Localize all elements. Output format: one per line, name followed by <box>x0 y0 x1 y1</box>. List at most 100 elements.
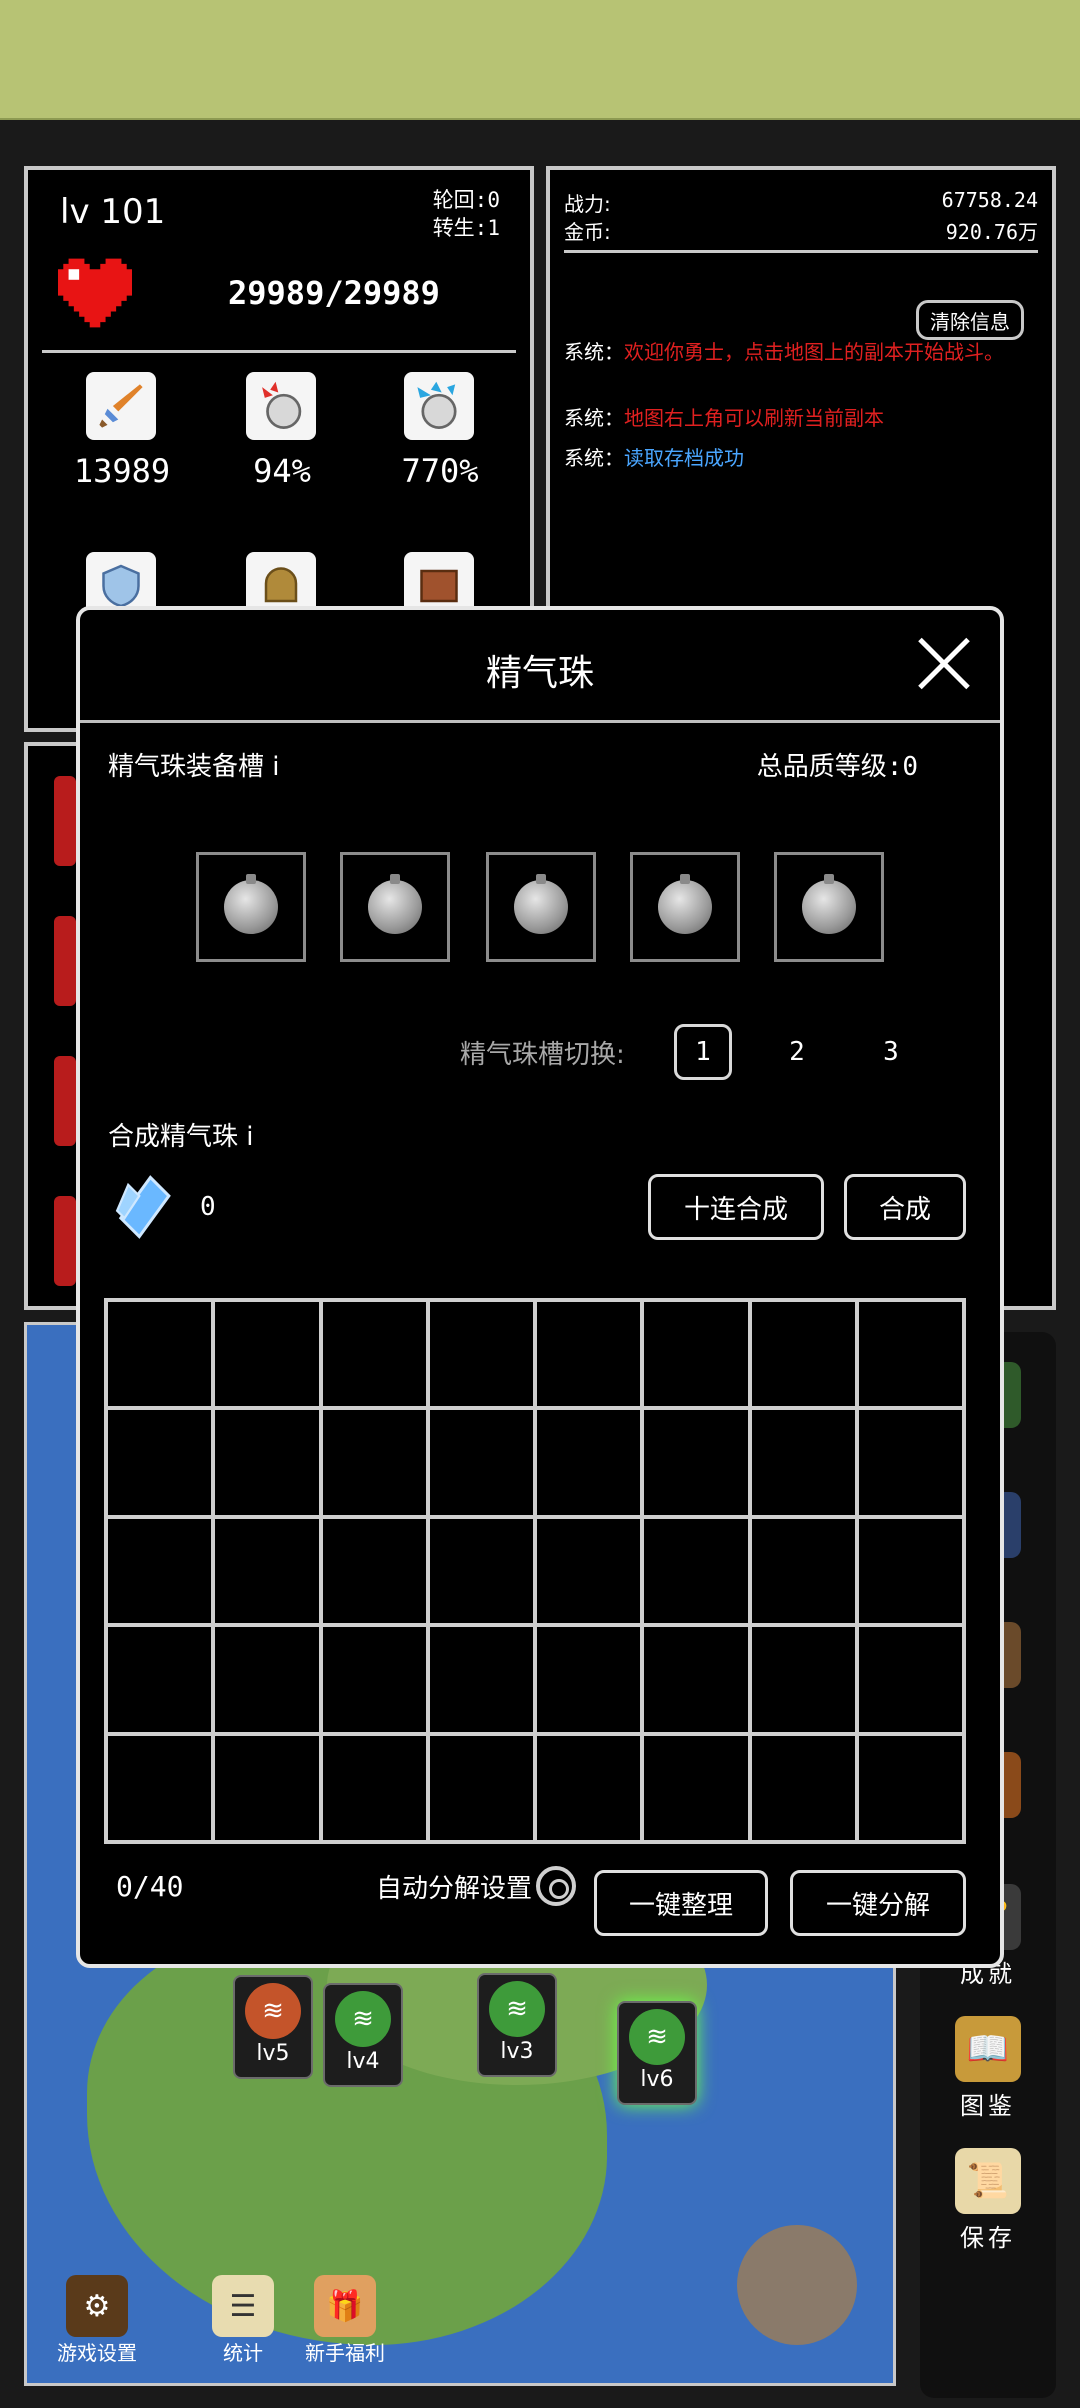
inventory-cell[interactable] <box>642 1516 750 1626</box>
inventory-cell[interactable] <box>427 1516 535 1626</box>
inventory-cell[interactable] <box>427 1625 535 1734</box>
inventory-cell[interactable] <box>320 1733 428 1842</box>
inventory-cell[interactable] <box>856 1300 964 1409</box>
scroll-icon: ≋ <box>489 1981 545 2037</box>
inventory-cell[interactable] <box>535 1300 643 1409</box>
inventory-cell[interactable] <box>320 1300 428 1409</box>
inventory-cell[interactable] <box>320 1408 428 1517</box>
ten-synthesize-button[interactable]: 十连合成 <box>648 1174 824 1240</box>
map-level-node[interactable]: ≋ lv5 <box>233 1975 313 2079</box>
side-label: 图鉴 <box>960 2092 1016 2120</box>
bottom-label: 统计 <box>223 2341 263 2365</box>
inventory-capacity: 0/40 <box>116 1870 184 1903</box>
synthesize-label[interactable]: 合成精气珠 i <box>108 1116 254 1153</box>
orb-slot[interactable] <box>486 852 596 962</box>
level-label: lv5 <box>256 2041 290 2066</box>
slot-switch-1[interactable]: 1 <box>674 1024 732 1080</box>
inventory-cell[interactable] <box>856 1733 964 1842</box>
inventory-cell[interactable] <box>856 1408 964 1517</box>
inventory-cell[interactable] <box>642 1625 750 1734</box>
inventory-cell[interactable] <box>427 1408 535 1517</box>
heart-icon <box>58 258 132 328</box>
inventory-cell[interactable] <box>749 1408 857 1517</box>
slot-switch-3[interactable]: 3 <box>862 1024 920 1080</box>
spirit-orb-modal: 精气珠 精气珠装备槽 i 总品质等级:0 精气珠槽切换: 1 2 3 合成精气珠… <box>76 606 1004 1968</box>
inventory-cell[interactable] <box>856 1625 964 1734</box>
inventory-cell[interactable] <box>427 1733 535 1842</box>
orb-slot[interactable] <box>340 852 450 962</box>
orb-inventory-grid <box>104 1298 966 1844</box>
crit-fist-icon <box>246 372 316 440</box>
inventory-cell[interactable] <box>749 1516 857 1626</box>
inventory-cell[interactable] <box>213 1300 321 1409</box>
crit-damage-value: 770% <box>401 452 479 490</box>
bottom-label: 游戏设置 <box>57 2341 137 2365</box>
auto-decompose-label[interactable]: 自动分解设置 <box>376 1868 532 1905</box>
system-label: 系统： <box>564 406 624 430</box>
slot-switch-2[interactable]: 2 <box>768 1024 826 1080</box>
inventory-cell[interactable] <box>213 1625 321 1734</box>
rebirth-value: 1 <box>487 216 500 240</box>
inventory-cell[interactable] <box>749 1300 857 1409</box>
inventory-cell[interactable] <box>320 1625 428 1734</box>
auto-arrange-button[interactable]: 一键整理 <box>594 1870 768 1936</box>
ad-banner <box>0 0 1080 120</box>
skill-tab[interactable] <box>54 1056 76 1146</box>
book-icon: 📖 <box>955 2016 1021 2082</box>
inventory-cell[interactable] <box>749 1625 857 1734</box>
inventory-cell[interactable] <box>213 1733 321 1842</box>
map-level-node[interactable]: ≋ lv3 <box>477 1973 557 2077</box>
game-settings-button[interactable]: ⚙ 游戏设置 <box>37 2275 157 2366</box>
inventory-cell[interactable] <box>642 1733 750 1842</box>
inventory-cell[interactable] <box>856 1516 964 1626</box>
scroll-icon: ≋ <box>629 2009 685 2065</box>
inventory-cell[interactable] <box>535 1625 643 1734</box>
gold-label: 金币: <box>564 220 611 244</box>
equip-slot-label[interactable]: 精气珠装备槽 i <box>108 746 280 783</box>
reincarnation-label: 轮回: <box>432 188 488 212</box>
inventory-cell[interactable] <box>106 1733 214 1842</box>
side-button-save[interactable]: 📜 保存 <box>920 2148 1056 2253</box>
map-level-node[interactable]: ≋ lv6 <box>617 2001 697 2105</box>
player-level: lv 101 <box>60 192 166 232</box>
gear-icon[interactable] <box>536 1866 576 1906</box>
attack-value: 13989 <box>73 452 171 490</box>
inventory-cell[interactable] <box>535 1408 643 1517</box>
inventory-cell[interactable] <box>535 1733 643 1842</box>
crit-damage-icon <box>404 372 474 440</box>
newbie-gift-button[interactable]: 🎁 新手福利 <box>295 2275 395 2366</box>
skill-tab[interactable] <box>54 776 76 866</box>
side-button-codex[interactable]: 📖 图鉴 <box>920 2016 1056 2121</box>
close-icon[interactable] <box>916 636 972 692</box>
inventory-cell[interactable] <box>106 1408 214 1517</box>
inventory-cell[interactable] <box>427 1300 535 1409</box>
inventory-cell[interactable] <box>106 1516 214 1626</box>
statistics-button[interactable]: ☰ 统计 <box>203 2275 283 2366</box>
orb-slot[interactable] <box>196 852 306 962</box>
system-message: 系统：地图右上角可以刷新当前副本 <box>564 406 1038 430</box>
clear-info-button[interactable]: 清除信息 <box>916 300 1024 340</box>
orb-slot[interactable] <box>774 852 884 962</box>
hp-value: 29989/29989 <box>228 274 440 312</box>
system-text: 读取存档成功 <box>624 446 744 470</box>
inventory-cell[interactable] <box>106 1300 214 1409</box>
inventory-cell[interactable] <box>213 1516 321 1626</box>
synthesize-button[interactable]: 合成 <box>844 1174 966 1240</box>
inventory-cell[interactable] <box>642 1300 750 1409</box>
inventory-cell[interactable] <box>642 1408 750 1517</box>
divider <box>80 720 1000 723</box>
inventory-cell[interactable] <box>106 1625 214 1734</box>
inventory-cell[interactable] <box>535 1516 643 1626</box>
skill-tab[interactable] <box>54 1196 76 1286</box>
map-level-node[interactable]: ≋ lv4 <box>323 1983 403 2087</box>
skill-tab[interactable] <box>54 916 76 1006</box>
auto-decompose-button[interactable]: 一键分解 <box>790 1870 966 1936</box>
settings-chest-icon: ⚙ <box>66 2275 128 2337</box>
inventory-cell[interactable] <box>320 1516 428 1626</box>
rebirth-label: 转生: <box>432 216 488 240</box>
system-label: 系统： <box>564 340 624 364</box>
inventory-cell[interactable] <box>749 1733 857 1842</box>
scroll-icon: 📜 <box>955 2148 1021 2214</box>
inventory-cell[interactable] <box>213 1408 321 1517</box>
orb-slot[interactable] <box>630 852 740 962</box>
